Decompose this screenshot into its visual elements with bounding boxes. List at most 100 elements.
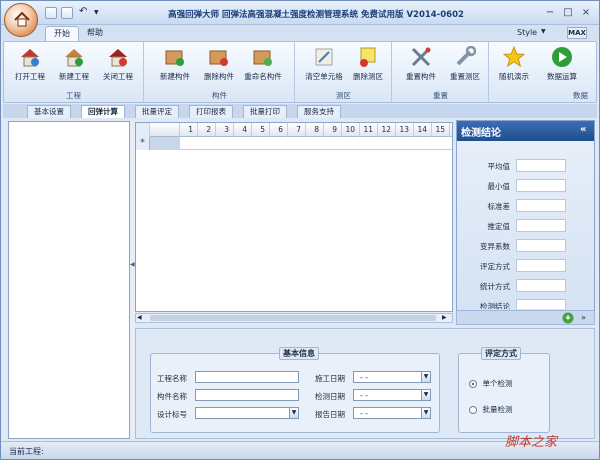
max-button[interactable]: MAX [567, 27, 587, 39]
close-project-button[interactable]: 关闭工程 [100, 44, 136, 92]
field-eval-method: 评定方式 [457, 259, 594, 273]
rename-member-button[interactable]: 重命名构件 [244, 44, 282, 92]
field-min-value [516, 179, 566, 192]
result-panel: 检测结论 « 平均值 最小值 标准差 推定值 变异系数 评定方式 统计方式 检测… [456, 120, 595, 323]
toolbar-more-icon[interactable]: » [581, 313, 586, 322]
delete-member-button[interactable]: 删除构件 [201, 44, 237, 92]
new-project-button[interactable]: 新建工程 [56, 44, 92, 92]
radio-single-label: 单个检测 [482, 379, 513, 388]
grid-column-header[interactable]: 1 [180, 123, 198, 137]
refresh-icon[interactable] [562, 312, 574, 324]
grid-column-header[interactable]: 9 [324, 123, 342, 137]
field-conclusion: 检测结论 [457, 299, 594, 309]
grid-header: 1 2 3 4 5 6 7 8 9 10 11 12 13 14 15 [136, 123, 452, 137]
clear-cells-button[interactable]: 清空单元格 [305, 44, 343, 92]
tab-batch-print[interactable]: 批量打印 [243, 105, 287, 118]
scroll-left-icon[interactable]: ◀ [137, 314, 142, 321]
box-add-icon [165, 50, 184, 66]
group-reset-label: 重置 [433, 91, 448, 100]
splitter-arrow-icon[interactable]: ◀ [130, 261, 135, 268]
radio-batch[interactable]: 批量检测 [469, 404, 513, 415]
construction-date-value: - - [360, 373, 368, 382]
delete-zone-button[interactable]: 删除测区 [350, 44, 386, 92]
application-window: ↶ ▼ 高强回弹大师 回弹法高强混凝土强度检测管理系统 免费试用版 V2014-… [0, 0, 600, 460]
style-dropdown-icon[interactable]: ▼ [541, 28, 546, 35]
reset-member-button[interactable]: 重置构件 [403, 44, 439, 92]
grid-column-header[interactable]: 3 [216, 123, 234, 137]
new-row-marker: * [136, 137, 150, 150]
info-area: 基本信息 工程名称 构件名称 设计标号 ▼ 施工日期 - - ▼ 检测日期 - -… [135, 328, 595, 439]
field-cv-label: 变异系数 [480, 242, 510, 251]
grid-new-row[interactable]: * [136, 137, 452, 150]
grid-column-header[interactable]: 6 [270, 123, 288, 137]
scroll-thumb[interactable] [150, 315, 436, 321]
tab-help[interactable]: 帮助 [79, 26, 111, 41]
grid-column-header[interactable]: 8 [306, 123, 324, 137]
grid-column-header[interactable]: 14 [414, 123, 432, 137]
radio-single-circle[interactable] [469, 379, 477, 388]
close-button[interactable]: × [579, 6, 593, 19]
radio-single[interactable]: 单个检测 [469, 378, 513, 389]
tab-start[interactable]: 开始 [45, 26, 79, 41]
field-stat-method-value [516, 279, 566, 292]
new-member-button[interactable]: 新建构件 [157, 44, 193, 92]
report-date-picker[interactable]: - - ▼ [353, 407, 431, 419]
minimize-button[interactable]: − [543, 6, 557, 19]
tab-print-report[interactable]: 打印报表 [189, 105, 233, 118]
group-zone: 清空单元格 删除测区 测区 [296, 42, 392, 102]
grid-column-header[interactable]: 7 [288, 123, 306, 137]
group-data-label: 数据 [573, 91, 588, 100]
grid-column-header[interactable]: 15 [432, 123, 450, 137]
grid-column-header[interactable]: 5 [252, 123, 270, 137]
maximize-button[interactable]: □ [561, 6, 575, 19]
tab-service[interactable]: 服务支持 [297, 105, 341, 118]
grid-column-header[interactable]: 10 [342, 123, 360, 137]
project-tree-panel[interactable] [8, 121, 130, 439]
design-grade-dropdown-icon[interactable]: ▼ [289, 408, 298, 418]
reset-zone-button[interactable]: 重置测区 [447, 44, 483, 92]
open-project-button[interactable]: 打开工程 [12, 44, 48, 92]
random-demo-label: 随机演示 [499, 72, 529, 81]
rename-member-label: 重命名构件 [244, 72, 282, 81]
construction-date-dropdown-icon[interactable]: ▼ [421, 372, 430, 382]
save-icon[interactable] [45, 7, 57, 19]
doc-icon[interactable] [61, 7, 73, 19]
house-open-icon [21, 49, 39, 67]
compute-button[interactable]: 数据运算 [544, 44, 580, 92]
project-name-input[interactable] [195, 371, 299, 383]
grid-rowhead-col [150, 123, 180, 137]
box-delete-icon [209, 50, 228, 66]
app-menu-button[interactable] [4, 3, 38, 37]
reset-member-label: 重置构件 [406, 72, 436, 81]
radio-batch-circle[interactable] [469, 405, 477, 414]
construction-date-picker[interactable]: - - ▼ [353, 371, 431, 383]
group-member: 新建构件 删除构件 重命名构件 构件 [145, 42, 295, 102]
tab-rebound-calc[interactable]: 回弹计算 [81, 105, 125, 118]
design-grade-select[interactable]: ▼ [195, 407, 299, 419]
group-project: 打开工程 新建工程 关闭工程 工程 [4, 42, 144, 102]
report-date-dropdown-icon[interactable]: ▼ [421, 408, 430, 418]
undo-icon[interactable]: ↶ [79, 6, 87, 17]
clear-cells-icon [315, 48, 333, 66]
horizontal-scrollbar[interactable]: ◀ ▶ [135, 313, 453, 323]
watermark: 脚本之家 [505, 435, 558, 450]
collapse-icon[interactable]: « [580, 124, 586, 135]
member-name-input[interactable] [195, 389, 299, 401]
tab-basic-settings[interactable]: 基本设置 [27, 105, 71, 118]
grid-column-header[interactable]: 2 [198, 123, 216, 137]
tab-batch-eval[interactable]: 批量评定 [135, 105, 179, 118]
grid-column-header[interactable]: 4 [234, 123, 252, 137]
grid-column-header[interactable]: 11 [360, 123, 378, 137]
scroll-right-icon[interactable]: ▶ [442, 314, 447, 321]
random-demo-button[interactable]: 随机演示 [496, 44, 532, 92]
style-menu[interactable]: Style [517, 28, 537, 37]
data-grid[interactable]: 1 2 3 4 5 6 7 8 9 10 11 12 13 14 15 * [135, 122, 453, 312]
grid-corner[interactable] [136, 123, 150, 137]
quick-access-dropdown-icon[interactable]: ▼ [94, 9, 99, 16]
test-date-dropdown-icon[interactable]: ▼ [421, 390, 430, 400]
field-stddev: 标准差 [457, 199, 594, 213]
grid-selected-cell[interactable] [150, 137, 180, 150]
grid-column-header[interactable]: 12 [378, 123, 396, 137]
grid-column-header[interactable]: 13 [396, 123, 414, 137]
test-date-picker[interactable]: - - ▼ [353, 389, 431, 401]
